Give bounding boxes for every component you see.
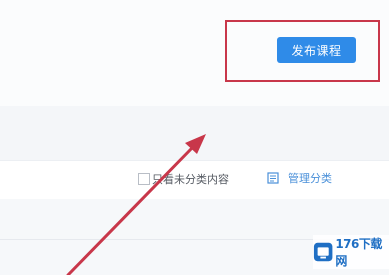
checkbox-box[interactable] bbox=[138, 173, 150, 185]
category-list-icon bbox=[267, 172, 279, 184]
watermark-text: 176下载网 bbox=[335, 237, 382, 268]
only-uncategorized-checkbox[interactable]: 只看未分类内容 bbox=[138, 171, 229, 187]
watermark: 176下载网 bbox=[313, 235, 389, 269]
manage-categories-label: 管理分类 bbox=[288, 172, 332, 185]
site-logo-icon bbox=[313, 242, 333, 262]
only-uncategorized-label: 只看未分类内容 bbox=[152, 173, 229, 186]
publish-course-button[interactable]: 发布课程 bbox=[277, 37, 356, 63]
content-gap bbox=[0, 106, 389, 160]
manage-categories-link[interactable]: 管理分类 bbox=[267, 170, 332, 186]
